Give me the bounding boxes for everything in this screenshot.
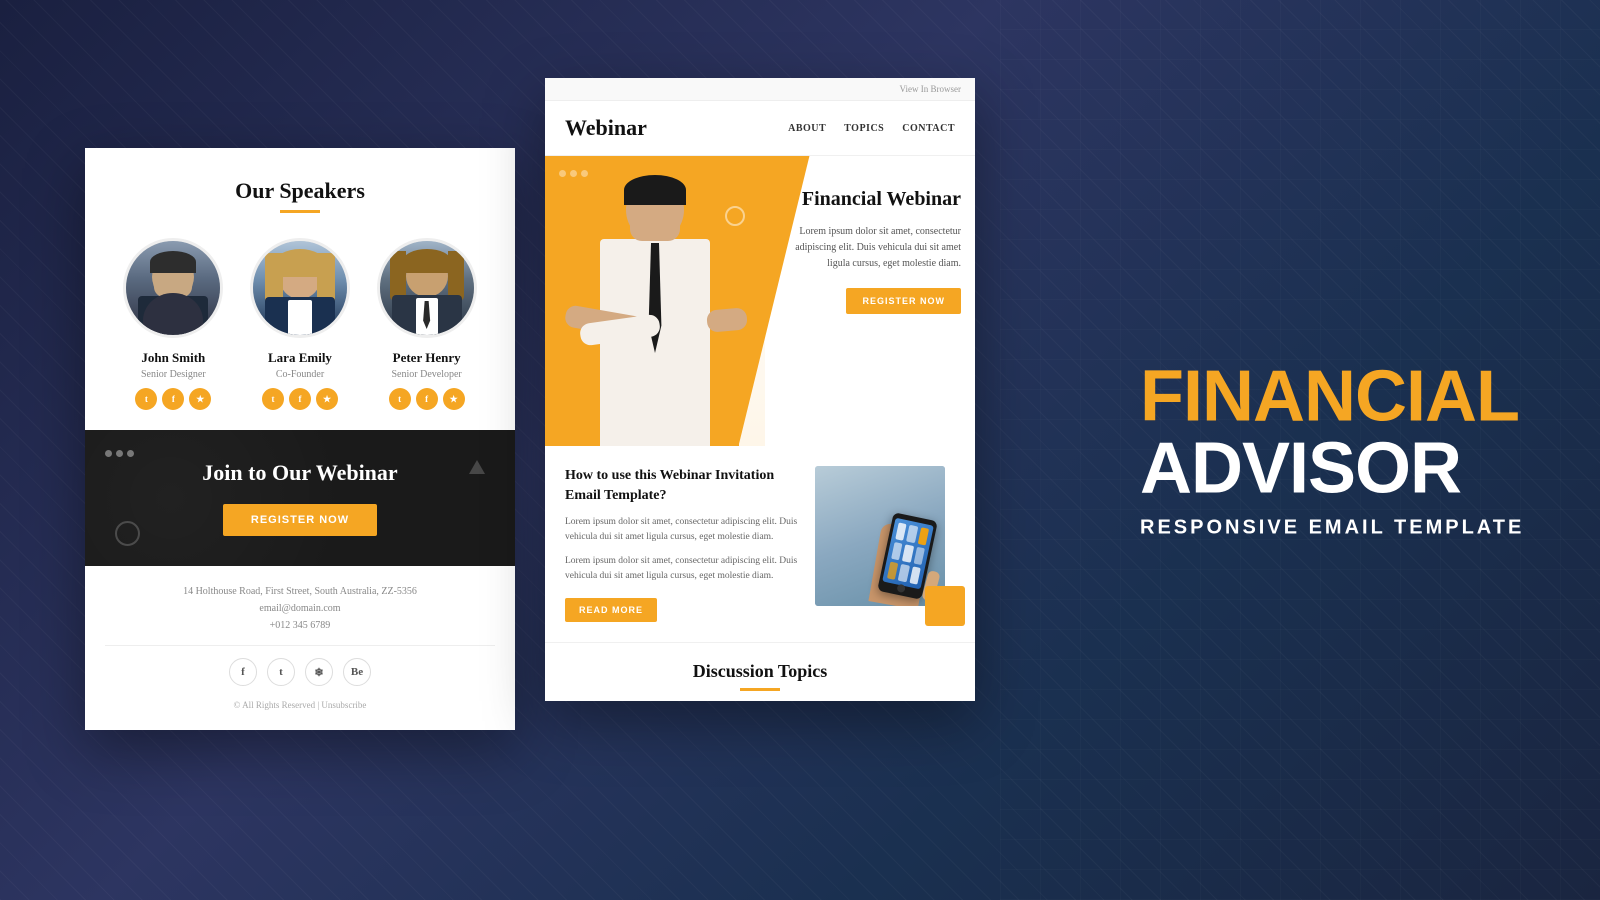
facebook-icon[interactable]: f (416, 388, 438, 410)
speaker-social: t f ★ (135, 388, 211, 410)
speaker-social: t f ★ (262, 388, 338, 410)
read-more-button[interactable]: READ MORE (565, 598, 657, 622)
speaker-item: Peter Henry Senior Developer t f ★ (372, 238, 482, 410)
facebook-icon[interactable]: f (162, 388, 184, 410)
speaker-role: Senior Designer (141, 369, 206, 380)
footer-email: email@domain.com (105, 603, 495, 614)
triangle-decoration (469, 460, 485, 474)
twitter-icon[interactable]: t (135, 388, 157, 410)
hero-description: Lorem ipsum dolor sit amet, consectetur … (771, 224, 961, 272)
article-title: How to use this Webinar Invitation Email… (565, 466, 801, 505)
discussion-title: Discussion Topics (565, 661, 955, 682)
footer-instagram-icon[interactable]: ❄ (305, 658, 333, 686)
speaker-role: Co-Founder (276, 369, 324, 380)
speakers-grid: John Smith Senior Designer t f ★ (115, 238, 485, 410)
speaker-social: t f ★ (389, 388, 465, 410)
article-section: How to use this Webinar Invitation Email… (545, 446, 975, 642)
register-button[interactable]: REGISTER NOW (223, 504, 377, 536)
dot (105, 450, 112, 457)
speaker-item: Lara Emily Co-Founder t f ★ (245, 238, 355, 410)
top-bar: View In Browser (545, 78, 975, 101)
speakers-section: Our Speakers (85, 148, 515, 430)
speaker-name: Peter Henry (393, 350, 461, 366)
phone-illustration (815, 466, 945, 606)
article-body-2: Lorem ipsum dolor sit amet, consectetur … (565, 554, 801, 584)
article-image (815, 466, 955, 616)
footer-behance-icon[interactable]: Be (343, 658, 371, 686)
email-right-template: View In Browser Webinar ABOUT TOPICS CON… (545, 78, 975, 701)
header-logo: Webinar (565, 115, 647, 141)
discussion-section: Discussion Topics (545, 642, 975, 701)
footer-twitter-icon[interactable]: t (267, 658, 295, 686)
hero-register-button[interactable]: REGISTER NOW (846, 288, 961, 314)
speaker-avatar (377, 238, 477, 338)
article-body-1: Lorem ipsum dolor sit amet, consectetur … (565, 515, 801, 545)
hero-section: Financial Webinar Lorem ipsum dolor sit … (545, 156, 975, 446)
footer-divider (105, 645, 495, 646)
dot (127, 450, 134, 457)
speaker-name: John Smith (141, 350, 205, 366)
footer-phone: +012 345 6789 (105, 620, 495, 631)
dots-decoration (105, 450, 134, 457)
hero-title: Financial Webinar (771, 186, 961, 212)
hero-person (545, 166, 765, 446)
instagram-icon[interactable]: ★ (316, 388, 338, 410)
speakers-title: Our Speakers (115, 178, 485, 204)
discussion-underline (740, 688, 780, 691)
brand-section: FINANCIAL ADVISOR RESPONSIVE EMAIL TEMPL… (1140, 361, 1540, 540)
facebook-icon[interactable]: f (289, 388, 311, 410)
content-wrapper: Our Speakers (0, 0, 1600, 900)
speaker-avatar (250, 238, 350, 338)
brand-advisor: ADVISOR (1140, 433, 1540, 505)
speaker-role: Senior Developer (392, 369, 462, 380)
instagram-icon[interactable]: ★ (189, 388, 211, 410)
hero-text: Financial Webinar Lorem ipsum dolor sit … (771, 186, 961, 314)
email-header: Webinar ABOUT TOPICS CONTACT (545, 101, 975, 156)
circle-decoration (115, 521, 140, 546)
nav-topics[interactable]: TOPICS (844, 123, 884, 134)
twitter-icon[interactable]: t (262, 388, 284, 410)
dark-section: Join to Our Webinar REGISTER NOW (85, 430, 515, 566)
speakers-underline (280, 210, 320, 213)
brand-subtitle: RESPONSIVE EMAIL TEMPLATE (1140, 517, 1540, 540)
dot (116, 450, 123, 457)
footer-facebook-icon[interactable]: f (229, 658, 257, 686)
nav-about[interactable]: ABOUT (788, 123, 826, 134)
footer-social-row: f t ❄ Be (105, 658, 495, 686)
speaker-avatar (123, 238, 223, 338)
footer-copyright: © All Rights Reserved | Unsubscribe (105, 700, 495, 710)
instagram-icon[interactable]: ★ (443, 388, 465, 410)
join-title: Join to Our Webinar (115, 460, 485, 486)
orange-corner-decoration (925, 586, 965, 626)
nav-contact[interactable]: CONTACT (902, 123, 955, 134)
article-text: How to use this Webinar Invitation Email… (565, 466, 801, 622)
article-image-inner (815, 466, 945, 606)
brand-financial: FINANCIAL (1140, 361, 1540, 433)
twitter-icon[interactable]: t (389, 388, 411, 410)
speaker-item: John Smith Senior Designer t f ★ (118, 238, 228, 410)
email-left-template: Our Speakers (85, 148, 515, 730)
footer-address: 14 Holthouse Road, First Street, South A… (105, 586, 495, 597)
header-nav: ABOUT TOPICS CONTACT (788, 123, 955, 134)
speaker-name: Lara Emily (268, 350, 332, 366)
email-footer: 14 Holthouse Road, First Street, South A… (85, 566, 515, 730)
